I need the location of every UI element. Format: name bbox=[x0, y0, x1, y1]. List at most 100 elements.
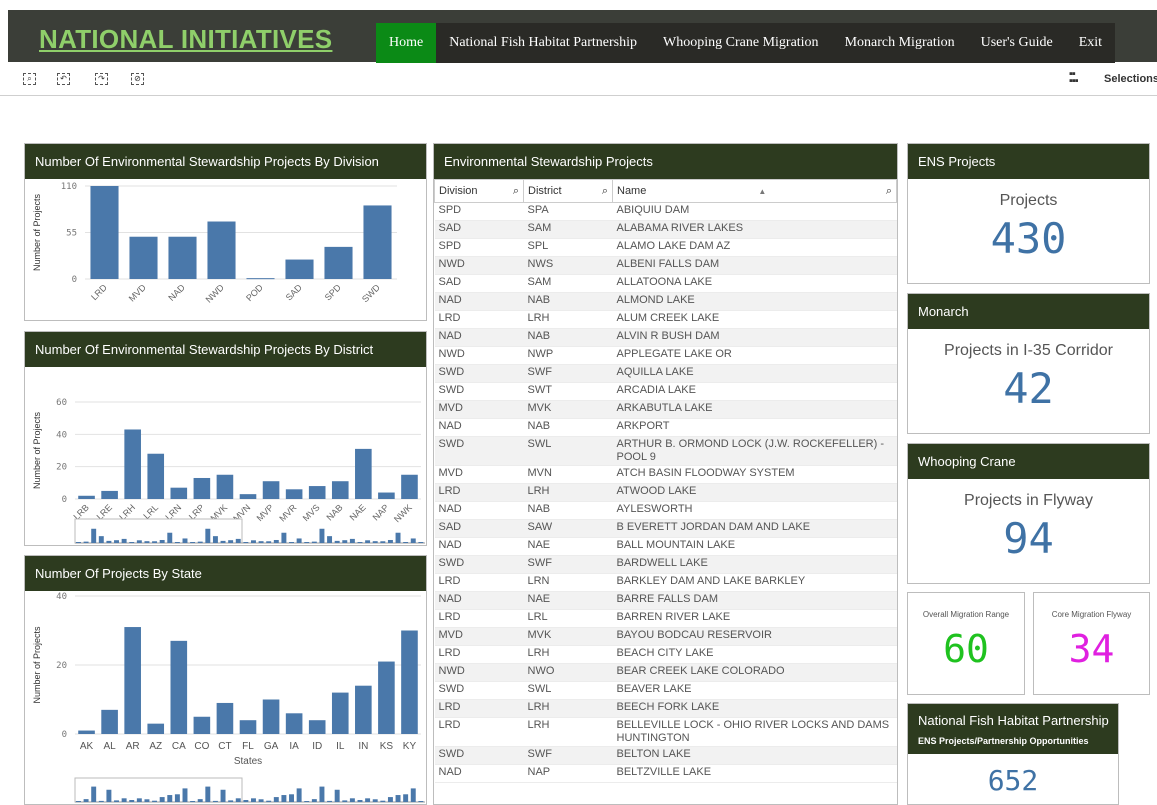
cell-division[interactable]: SWD bbox=[434, 746, 524, 765]
brand-title[interactable]: NATIONAL INITIATIVES bbox=[39, 24, 332, 55]
cell-district[interactable]: NAB bbox=[523, 292, 613, 311]
column-header-division[interactable]: Division ⌕ bbox=[434, 179, 524, 203]
cell-name[interactable]: ALVIN R BUSH DAM bbox=[612, 328, 897, 347]
cell-division[interactable]: NWD bbox=[434, 256, 524, 275]
selections-grid-icon[interactable]: ▪▪ ▪▪▪ bbox=[1069, 69, 1079, 87]
cell-name[interactable]: BELTZVILLE LAKE bbox=[612, 764, 897, 783]
table-row[interactable]: LRD LRH ATWOOD LAKE bbox=[434, 483, 897, 502]
cell-division[interactable]: SAD bbox=[434, 519, 524, 538]
bar-fl[interactable] bbox=[239, 720, 257, 734]
cell-division[interactable]: NAD bbox=[434, 501, 524, 520]
cell-district[interactable]: SWF bbox=[523, 364, 613, 383]
table-row[interactable]: SAD SAW B EVERETT JORDAN DAM AND LAKE bbox=[434, 519, 897, 538]
cell-name[interactable]: ATCH BASIN FLOODWAY SYSTEM bbox=[612, 465, 897, 484]
bar-lrl[interactable] bbox=[147, 453, 165, 499]
cell-division[interactable]: NAD bbox=[434, 292, 524, 311]
cell-name[interactable]: ARCADIA LAKE bbox=[612, 382, 897, 401]
cell-district[interactable]: LRH bbox=[523, 483, 613, 502]
table-row[interactable]: NAD NAP BELTZVILLE LAKE bbox=[434, 764, 897, 783]
cell-district[interactable]: SWF bbox=[523, 555, 613, 574]
cell-name[interactable]: AYLESWORTH bbox=[612, 501, 897, 520]
table-row[interactable]: MVD MVK BAYOU BODCAU RESERVOIR bbox=[434, 627, 897, 646]
bar-in[interactable] bbox=[355, 685, 372, 734]
cell-name[interactable]: BARREN RIVER LAKE bbox=[612, 609, 897, 628]
bar-ar[interactable] bbox=[124, 627, 141, 734]
bar-az[interactable] bbox=[147, 723, 165, 734]
table-row[interactable]: SWD SWF BARDWELL LAKE bbox=[434, 555, 897, 574]
cell-division[interactable]: NAD bbox=[434, 328, 524, 347]
cell-name[interactable]: BARRE FALLS DAM bbox=[612, 591, 897, 610]
cell-name[interactable]: ALBENI FALLS DAM bbox=[612, 256, 897, 275]
bar-mvk[interactable] bbox=[216, 474, 234, 499]
bar-al[interactable] bbox=[101, 709, 118, 734]
bar-pod[interactable] bbox=[246, 278, 275, 280]
cell-name[interactable]: AQUILLA LAKE bbox=[612, 364, 897, 383]
bar-mvs[interactable] bbox=[308, 486, 326, 499]
cell-name[interactable]: BEAVER LAKE bbox=[612, 681, 897, 700]
bar-mvn[interactable] bbox=[239, 494, 257, 499]
bar-nab[interactable] bbox=[331, 481, 349, 499]
cell-division[interactable]: SPD bbox=[434, 202, 524, 221]
bar-mvd[interactable] bbox=[129, 236, 158, 279]
cell-division[interactable]: NAD bbox=[434, 591, 524, 610]
nav-item-user-s-guide[interactable]: User's Guide bbox=[968, 23, 1066, 63]
search-icon[interactable]: ⌕ bbox=[602, 185, 608, 198]
cell-name[interactable]: ALMOND LAKE bbox=[612, 292, 897, 311]
cell-division[interactable]: LRD bbox=[434, 310, 524, 329]
bar-ky[interactable] bbox=[401, 630, 418, 735]
nav-item-exit[interactable]: Exit bbox=[1066, 23, 1115, 63]
cell-district[interactable]: SPL bbox=[523, 238, 613, 257]
bar-nae[interactable] bbox=[355, 448, 372, 499]
cell-district[interactable]: SWT bbox=[523, 382, 613, 401]
cell-division[interactable]: MVD bbox=[434, 400, 524, 419]
cell-division[interactable]: LRD bbox=[434, 483, 524, 502]
smart-search-icon[interactable]: ⌕ bbox=[23, 73, 36, 85]
bar-ct[interactable] bbox=[216, 702, 234, 734]
table-row[interactable]: NAD NAB AYLESWORTH bbox=[434, 501, 897, 520]
cell-district[interactable]: SWL bbox=[523, 436, 613, 466]
cell-district[interactable]: NAE bbox=[523, 591, 613, 610]
cell-division[interactable]: NAD bbox=[434, 537, 524, 556]
bar-lrd[interactable] bbox=[90, 186, 119, 279]
table-row[interactable]: NAD NAE BALL MOUNTAIN LAKE bbox=[434, 537, 897, 556]
step-back-icon[interactable]: ↶ bbox=[57, 73, 70, 85]
cell-division[interactable]: NAD bbox=[434, 418, 524, 437]
table-row[interactable]: MVD MVN ATCH BASIN FLOODWAY SYSTEM bbox=[434, 465, 897, 484]
cell-division[interactable]: SWD bbox=[434, 436, 524, 466]
bar-nwk[interactable] bbox=[401, 474, 418, 499]
bar-il[interactable] bbox=[331, 692, 349, 734]
cell-district[interactable]: LRH bbox=[523, 699, 613, 718]
nav-item-whooping-crane-migration[interactable]: Whooping Crane Migration bbox=[650, 23, 832, 63]
table-row[interactable]: SWD SWT ARCADIA LAKE bbox=[434, 382, 897, 401]
table-row[interactable]: LRD LRH BEACH CITY LAKE bbox=[434, 645, 897, 664]
cell-district[interactable]: MVN bbox=[523, 465, 613, 484]
cell-district[interactable]: SWF bbox=[523, 746, 613, 765]
cell-name[interactable]: BEECH FORK LAKE bbox=[612, 699, 897, 718]
table-row[interactable]: SPD SPL ALAMO LAKE DAM AZ bbox=[434, 238, 897, 257]
cell-division[interactable]: LRD bbox=[434, 699, 524, 718]
table-row[interactable]: LRD LRL BARREN RIVER LAKE bbox=[434, 609, 897, 628]
bar-spd[interactable] bbox=[324, 246, 353, 279]
bar-lre[interactable] bbox=[101, 490, 118, 499]
table-row[interactable]: NWD NWP APPLEGATE LAKE OR bbox=[434, 346, 897, 365]
bar-ks[interactable] bbox=[378, 661, 395, 734]
cell-district[interactable]: SAW bbox=[523, 519, 613, 538]
cell-name[interactable]: ATWOOD LAKE bbox=[612, 483, 897, 502]
cell-name[interactable]: BARDWELL LAKE bbox=[612, 555, 897, 574]
table-row[interactable]: LRD LRH BEECH FORK LAKE bbox=[434, 699, 897, 718]
cell-district[interactable]: NAP bbox=[523, 764, 613, 783]
nav-item-monarch-migration[interactable]: Monarch Migration bbox=[832, 23, 968, 63]
table-row[interactable]: NAD NAB ARKPORT bbox=[434, 418, 897, 437]
column-header-district[interactable]: District ⌕ bbox=[523, 179, 613, 203]
cell-name[interactable]: ALUM CREEK LAKE bbox=[612, 310, 897, 329]
cell-district[interactable]: NAB bbox=[523, 328, 613, 347]
search-icon[interactable]: ⌕ bbox=[886, 185, 892, 198]
nav-item-home[interactable]: Home bbox=[376, 23, 437, 63]
bar-co[interactable] bbox=[193, 716, 211, 734]
cell-district[interactable]: NWS bbox=[523, 256, 613, 275]
cell-district[interactable]: MVK bbox=[523, 400, 613, 419]
cell-district[interactable]: NAE bbox=[523, 537, 613, 556]
bar-ca[interactable] bbox=[170, 640, 188, 734]
table-row[interactable]: LRD LRH ALUM CREEK LAKE bbox=[434, 310, 897, 329]
bar-swd[interactable] bbox=[363, 205, 392, 279]
